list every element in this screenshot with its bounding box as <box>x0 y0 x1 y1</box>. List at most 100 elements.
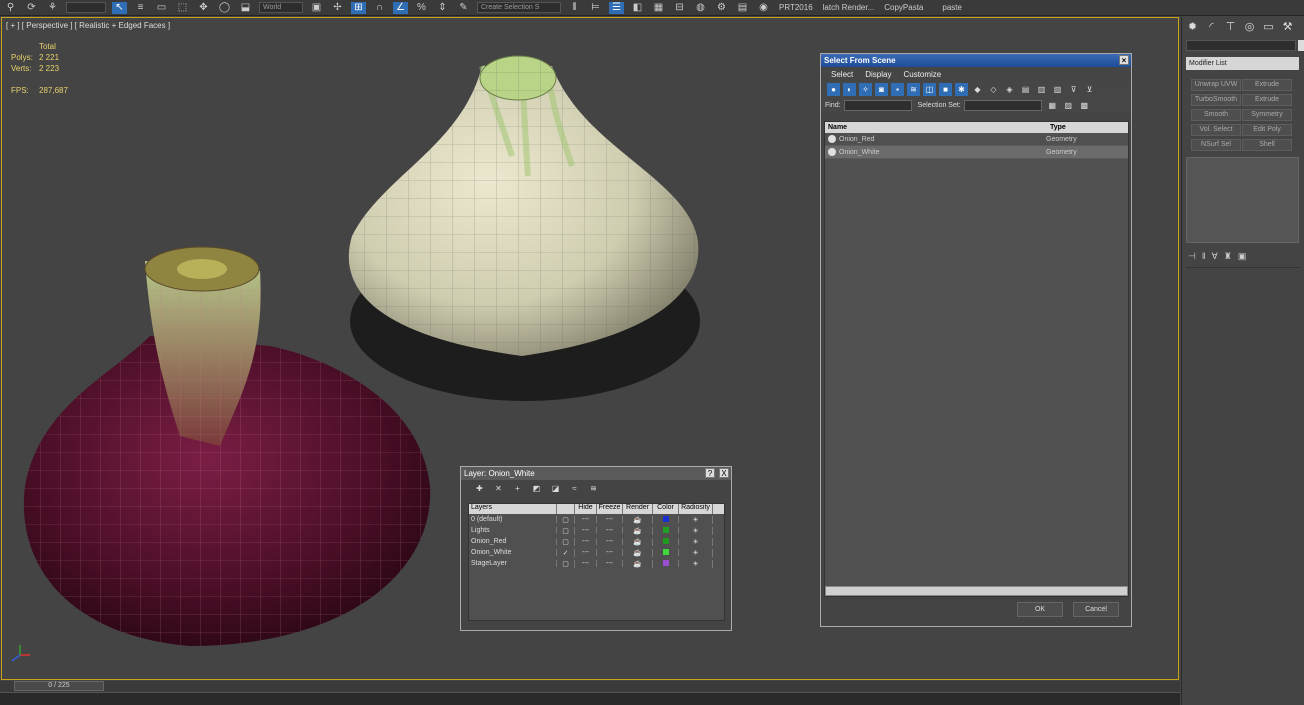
delete-layer-icon[interactable]: ✕ <box>492 482 505 495</box>
modifier-button[interactable]: Unwrap UVW <box>1191 79 1241 91</box>
display-xrefs-icon[interactable]: ■ <box>939 82 952 96</box>
create-layer-icon[interactable]: ✚ <box>473 482 486 495</box>
column-hide[interactable]: Hide <box>575 504 597 514</box>
display-shapes-icon[interactable]: ◐ <box>843 82 856 96</box>
select-invert-icon[interactable]: ▧ <box>1051 83 1064 96</box>
unlink-icon[interactable]: ⟳ <box>24 2 39 14</box>
render-setup-icon[interactable]: ⚙ <box>714 2 729 14</box>
freeze-toggle[interactable]: --- <box>597 560 623 567</box>
toolbar-label-batch-render[interactable]: latch Render... <box>823 3 875 12</box>
column-radiosity[interactable]: Radiosity <box>679 504 713 514</box>
column-freeze[interactable]: Freeze <box>597 504 623 514</box>
create-tab-icon[interactable]: ✹ <box>1186 21 1199 34</box>
layer-color-swatch[interactable] <box>653 538 679 545</box>
hide-toggle[interactable]: --- <box>575 538 597 545</box>
show-end-result-icon[interactable]: ‖ <box>1202 251 1206 262</box>
radiosity-icon[interactable]: ☀ <box>679 537 713 546</box>
utilities-tab-icon[interactable]: ⚒ <box>1281 21 1294 34</box>
freeze-all-icon[interactable]: ≋ <box>587 482 600 495</box>
rendered-frame-icon[interactable]: ▤ <box>735 2 750 14</box>
layer-manager-icon[interactable]: ☰ <box>609 1 624 14</box>
column-render[interactable]: Render <box>623 504 653 514</box>
pivot-icon[interactable]: ▣ <box>309 2 324 14</box>
render-teapot-icon[interactable]: ☕ <box>623 548 653 557</box>
scale-icon[interactable]: ⬓ <box>238 2 253 14</box>
spinner-snap-icon[interactable]: ⇕ <box>435 2 450 14</box>
current-layer-check-icon[interactable]: ✓ <box>557 548 575 557</box>
toolbar-label-prt[interactable]: PRT2016 <box>779 3 813 12</box>
modifier-button[interactable]: Extrude <box>1242 79 1292 91</box>
toolbar-label-copypasta[interactable]: CopyPasta <box>884 3 923 12</box>
object-name-field[interactable] <box>1186 40 1296 51</box>
graphite-icon[interactable]: ◧ <box>630 2 645 14</box>
menu-select[interactable]: Select <box>831 70 853 79</box>
freeze-toggle[interactable]: --- <box>597 527 623 534</box>
add-to-set-icon[interactable]: ▨ <box>1062 99 1075 112</box>
close-icon[interactable]: X <box>719 468 729 478</box>
modifier-button[interactable]: Edit Poly <box>1242 124 1292 136</box>
curve-editor-icon[interactable]: ▦ <box>651 2 666 14</box>
radiosity-icon[interactable]: ☀ <box>679 559 713 568</box>
create-selection-set-icon[interactable]: ▦ <box>1046 99 1059 112</box>
display-none-icon[interactable]: ◇ <box>987 83 1000 96</box>
modifier-button[interactable]: TurboSmooth <box>1191 94 1241 106</box>
layer-dialog-titlebar[interactable]: Layer: Onion_White ? X <box>461 467 731 480</box>
menu-customize[interactable]: Customize <box>903 70 941 79</box>
layer-color-swatch[interactable] <box>653 527 679 534</box>
percent-snap-icon[interactable]: % <box>414 2 429 14</box>
display-groups-icon[interactable]: ◫ <box>923 82 936 96</box>
column-layers[interactable]: Layers <box>469 504 557 514</box>
render-teapot-icon[interactable]: ☕ <box>623 526 653 535</box>
column-type[interactable]: Type <box>1047 124 1066 131</box>
radiosity-icon[interactable]: ☀ <box>679 548 713 557</box>
layer-color-swatch[interactable] <box>653 549 679 556</box>
bind-icon[interactable]: ⚘ <box>45 2 60 14</box>
time-slider[interactable]: 0 / 225 <box>14 681 104 691</box>
snap-icon[interactable]: ∩ <box>372 2 387 14</box>
selection-set-dropdown[interactable] <box>963 99 1042 111</box>
modifier-list-dropdown[interactable]: Modifier List <box>1186 57 1299 70</box>
select-manipulate-icon[interactable]: ✢ <box>330 2 345 14</box>
hierarchy-tab-icon[interactable]: ⊤ <box>1224 21 1237 34</box>
layer-row[interactable]: 0 (default) ▢ --- --- ☕ ☀ <box>469 514 724 525</box>
add-to-layer-icon[interactable]: + <box>511 482 524 495</box>
edit-named-sel-icon[interactable]: ✎ <box>456 2 471 14</box>
scene-row-onion-white[interactable]: Onion_White Geometry <box>825 146 1128 159</box>
named-selection-dropdown[interactable]: Create Selection S <box>477 2 561 13</box>
column-color[interactable]: Color <box>653 504 679 514</box>
make-unique-icon[interactable]: ∀ <box>1212 251 1218 262</box>
scene-list-scrollbar[interactable] <box>825 586 1128 596</box>
display-spacewarps-icon[interactable]: ≋ <box>907 82 920 96</box>
hide-toggle[interactable]: --- <box>575 516 597 523</box>
material-editor-icon[interactable]: ◍ <box>693 2 708 14</box>
menu-display[interactable]: Display <box>865 70 891 79</box>
radiosity-icon[interactable]: ☀ <box>679 515 713 524</box>
object-color-swatch[interactable] <box>1298 40 1304 51</box>
hide-toggle[interactable]: --- <box>575 549 597 556</box>
display-tab-icon[interactable]: ▭ <box>1262 21 1275 34</box>
display-helpers-icon[interactable]: ▪ <box>891 82 904 96</box>
align-icon[interactable]: ⊨ <box>588 2 603 14</box>
current-layer-icon[interactable]: ▢ <box>557 515 575 524</box>
current-layer-icon[interactable]: ▢ <box>557 537 575 546</box>
scene-row-onion-red[interactable]: Onion_Red Geometry <box>825 133 1128 146</box>
motion-tab-icon[interactable]: ◎ <box>1243 21 1256 34</box>
layer-row[interactable]: Lights ▢ --- --- ☕ ☀ <box>469 525 724 536</box>
display-geometry-icon[interactable]: ● <box>827 82 840 96</box>
ok-button[interactable]: OK <box>1017 602 1063 617</box>
render-teapot-icon[interactable]: ☕ <box>623 515 653 524</box>
close-icon[interactable]: × <box>1119 55 1129 65</box>
freeze-toggle[interactable]: --- <box>597 516 623 523</box>
cancel-button[interactable]: Cancel <box>1073 602 1119 617</box>
layer-row[interactable]: Onion_White ✓ --- --- ☕ ☀ <box>469 547 724 558</box>
filter-options-icon[interactable]: ⊻ <box>1083 83 1096 96</box>
window-crossing-icon[interactable]: ⬚ <box>175 2 190 14</box>
hide-toggle[interactable]: --- <box>575 560 597 567</box>
track-bar[interactable] <box>0 692 1180 705</box>
filter-dropdown[interactable] <box>66 2 106 13</box>
select-by-name-icon[interactable]: ≡ <box>133 2 148 14</box>
select-from-scene-titlebar[interactable]: Select From Scene × <box>821 54 1131 67</box>
layer-color-swatch[interactable] <box>653 516 679 523</box>
current-layer-icon[interactable]: ▢ <box>557 526 575 535</box>
rect-region-icon[interactable]: ▭ <box>154 2 169 14</box>
